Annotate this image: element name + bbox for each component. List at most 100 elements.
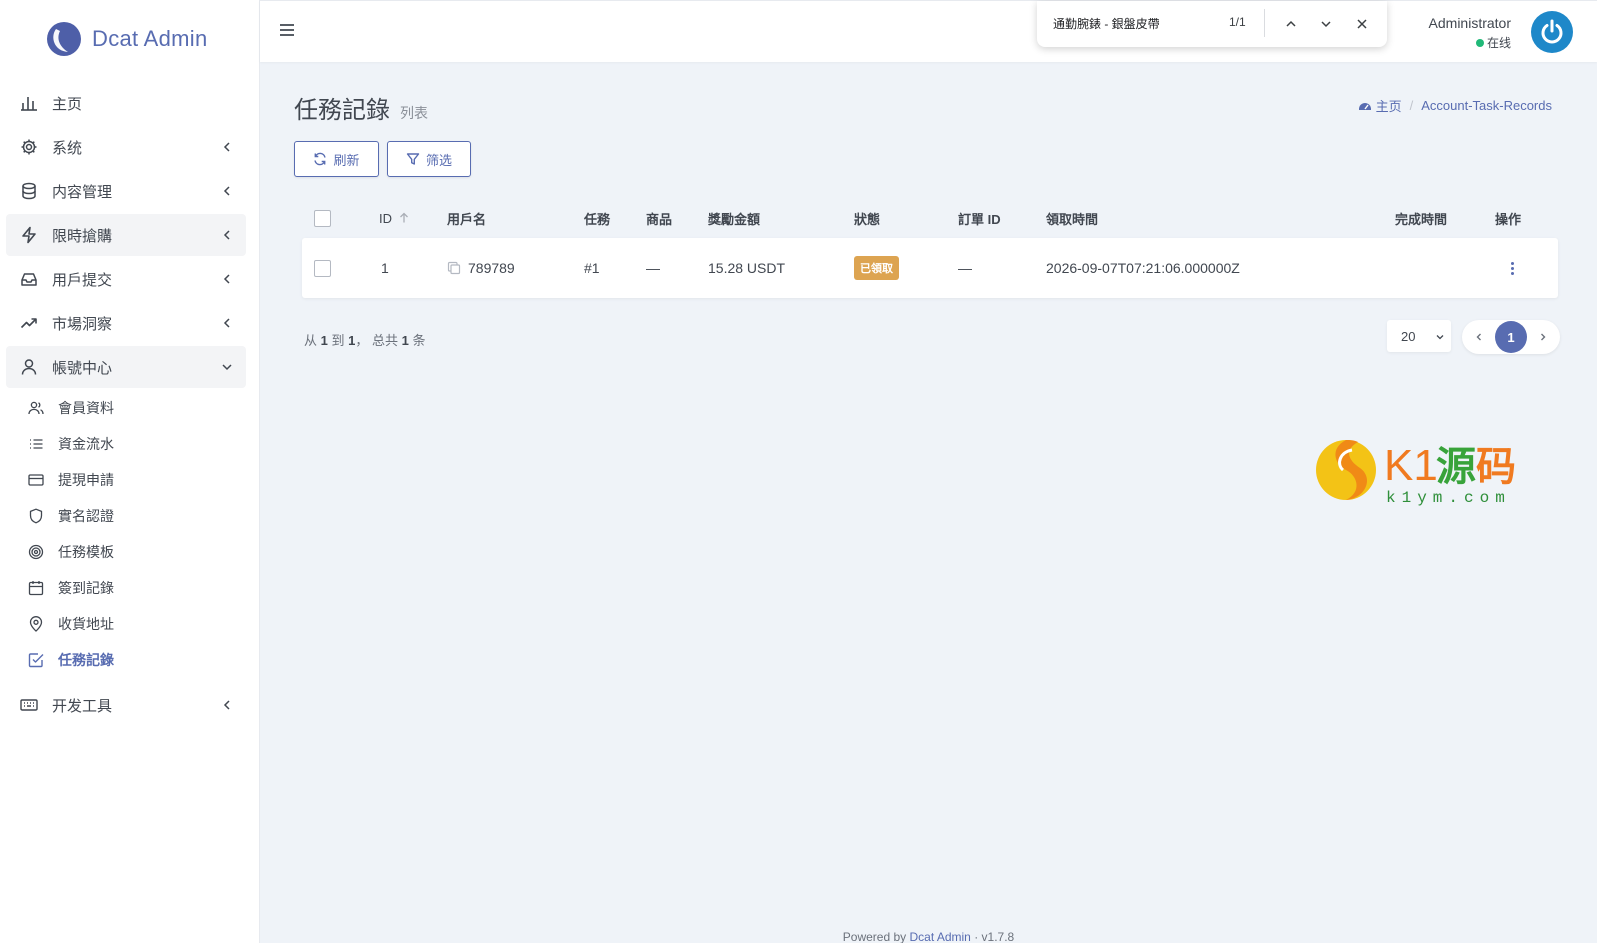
cell-product: — (646, 260, 660, 276)
find-in-page-bar: 通勤腕錶 - 銀盤皮帶 1/1 (1037, 1, 1387, 47)
sidebar-item-flash-sale[interactable]: 限時搶購 (6, 214, 246, 256)
user-name[interactable]: Administrator (1429, 15, 1511, 31)
brand[interactable]: Dcat Admin (46, 20, 208, 58)
chevron-left-icon (223, 186, 230, 196)
close-icon (1357, 19, 1367, 29)
sidebar-item-dev-tools[interactable]: 开发工具 (6, 684, 246, 726)
cell-order-id: — (958, 260, 972, 276)
per-page-select[interactable]: 20 (1387, 320, 1451, 352)
gear-icon (20, 138, 38, 156)
select-all-checkbox[interactable] (314, 198, 331, 238)
sidebar-subitem-task-templates[interactable]: 任務模板 (24, 534, 246, 570)
cell-claimed-at: 2026-09-07T07:21:06.000000Z (1046, 260, 1240, 276)
sidebar-subitem-withdrawals[interactable]: 提現申請 (24, 462, 246, 498)
sidebar-item-label: 市場洞察 (52, 315, 113, 333)
check-square-icon (28, 652, 44, 668)
chevron-left-icon (223, 700, 230, 710)
pagination-page-current[interactable]: 1 (1495, 321, 1527, 353)
refresh-icon (314, 152, 327, 166)
cell-reward: 15.28 USDT (708, 260, 786, 276)
find-previous-button[interactable] (1280, 13, 1302, 35)
keyboard-icon (20, 696, 38, 714)
filter-icon (406, 153, 420, 165)
sidebar-subitem-verification[interactable]: 實名認證 (24, 498, 246, 534)
pagination-summary: 从 1 到 1， 总共 1 条 (304, 330, 426, 349)
chevron-down-icon (1436, 335, 1444, 340)
sidebar-item-label: 内容管理 (52, 183, 113, 201)
footer: Powered by Dcat Admin · v1.7.8 (260, 930, 1597, 943)
watermark-ma: 码 (1476, 444, 1516, 490)
sidebar-subitem-label: 提現申請 (58, 472, 114, 488)
footer-link[interactable]: Dcat Admin (909, 930, 970, 943)
sidebar-item-account-center[interactable]: 帳號中心 (6, 346, 246, 388)
chevron-left-icon (223, 318, 230, 328)
sidebar-subitem-fund-flow[interactable]: 資金流水 (24, 426, 246, 462)
copy-icon[interactable] (447, 261, 461, 275)
summary-total-suffix: 条 (412, 333, 426, 348)
watermark-url: k1ym.com (1386, 489, 1511, 507)
menu-toggle-icon[interactable] (278, 21, 296, 39)
row-actions-button[interactable] (1510, 238, 1514, 298)
shield-icon (28, 508, 44, 524)
sidebar-subitem-task-records[interactable]: 任務記錄 (24, 642, 246, 678)
summary-total: 1 (401, 333, 409, 348)
avatar[interactable] (1531, 11, 1573, 53)
list-icon (28, 436, 44, 452)
sidebar-item-content[interactable]: 内容管理 (6, 170, 246, 212)
database-icon (20, 182, 38, 200)
pagination: 1 (1462, 320, 1560, 354)
sidebar-subitem-label: 任務記錄 (58, 652, 114, 668)
column-header-completed-at: 完成時間 (1395, 211, 1448, 227)
breadcrumb-separator: / (1409, 98, 1414, 113)
sidebar-item-user-submissions[interactable]: 用戶提交 (6, 258, 246, 300)
task-records-table: ID 用戶名 任務 商品 獎勵金額 狀態 訂單 ID 領取時間 完成時間 操作 … (294, 198, 1566, 306)
breadcrumb-home[interactable]: 主页 (1376, 96, 1402, 115)
lightning-icon (20, 226, 38, 244)
sidebar-item-system[interactable]: 系统 (6, 126, 246, 168)
calendar-icon (28, 580, 44, 596)
target-icon (28, 544, 44, 560)
more-vertical-icon (1510, 261, 1514, 275)
account-center-submenu: 會員資料 資金流水 提現申請 實名認證 任務模板 簽到記錄 收貨地址 任務記錄 (6, 390, 246, 678)
watermark-yuan: 源 (1436, 444, 1476, 490)
page-header: 任務記錄 列表 (294, 90, 428, 125)
checkbox[interactable] (314, 209, 331, 227)
sidebar-subitem-checkin-records[interactable]: 簽到記錄 (24, 570, 246, 606)
sidebar: Dcat Admin 主页 系统 内容管理 限時搶購 用戶提交 市場洞察 帳號中… (0, 0, 260, 943)
find-next-button[interactable] (1315, 13, 1337, 35)
sidebar-subitem-label: 實名認證 (58, 508, 114, 524)
find-close-button[interactable] (1351, 13, 1373, 35)
checkbox[interactable] (314, 259, 331, 277)
footer-prefix: Powered by (842, 930, 907, 943)
find-match-count: 1/1 (1229, 15, 1246, 29)
breadcrumb-current[interactable]: Account-Task-Records (1421, 98, 1552, 113)
chevron-down-icon (1321, 21, 1331, 28)
cell-task: #1 (584, 260, 600, 276)
filter-button[interactable]: 筛选 (387, 141, 471, 177)
sidebar-subitem-label: 資金流水 (58, 436, 114, 452)
sidebar-subitem-members[interactable]: 會員資料 (24, 390, 246, 426)
sort-arrow-icon[interactable] (398, 212, 410, 224)
table-header-row: ID 用戶名 任務 商品 獎勵金額 狀態 訂單 ID 領取時間 完成時間 操作 (294, 198, 1566, 238)
column-header-id[interactable]: ID (379, 198, 410, 238)
dashboard-icon (1358, 102, 1371, 110)
find-query-input[interactable]: 通勤腕錶 - 銀盤皮帶 (1053, 15, 1160, 32)
find-divider (1264, 9, 1265, 37)
sidebar-item-home[interactable]: 主页 (6, 82, 246, 124)
sidebar-subitem-label: 收貨地址 (58, 616, 114, 632)
brand-name: Dcat Admin (92, 26, 208, 51)
column-header-product: 商品 (646, 211, 673, 227)
cell-username: 789789 (447, 238, 515, 298)
summary-to-word: 到 (331, 333, 345, 348)
row-select-checkbox[interactable] (314, 238, 331, 298)
sidebar-subitem-addresses[interactable]: 收貨地址 (24, 606, 246, 642)
summary-total-prefix: ， 总共 (355, 333, 398, 348)
refresh-button[interactable]: 刷新 (294, 141, 379, 177)
cell-id: 1 (381, 260, 389, 276)
pagination-prev-button[interactable] (1463, 321, 1495, 353)
pagination-next-button[interactable] (1527, 321, 1559, 353)
sidebar-item-market-insights[interactable]: 市場洞察 (6, 302, 246, 344)
power-icon (1541, 19, 1563, 44)
chevron-left-icon (223, 274, 230, 284)
sidebar-menu: 主页 系统 内容管理 限時搶購 用戶提交 市場洞察 帳號中心 會員資料 資金流水… (6, 82, 246, 728)
